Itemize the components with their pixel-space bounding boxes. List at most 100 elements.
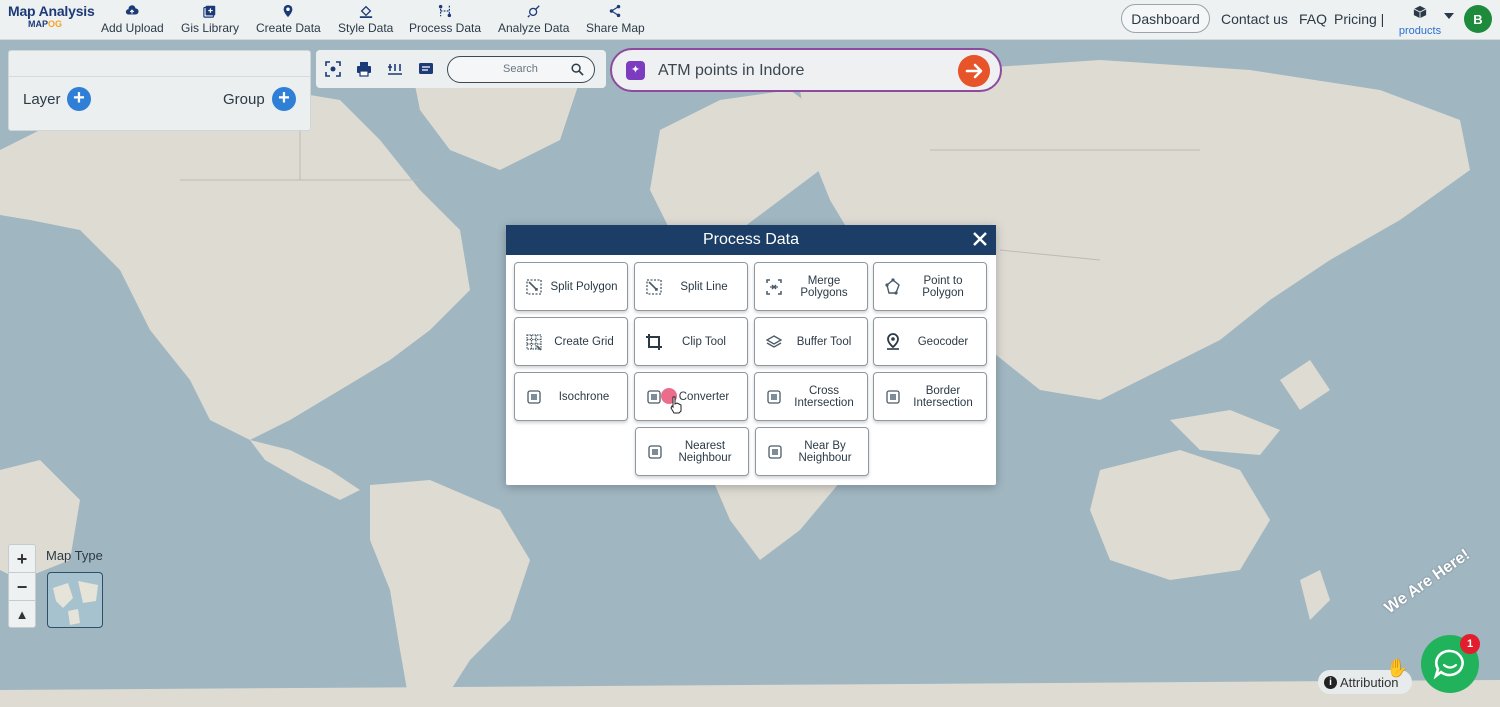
nearest-neighbour-icon xyxy=(648,445,662,459)
tool-label: Nearest Neighbour xyxy=(678,439,732,464)
tool-label: Split Polygon xyxy=(550,280,618,293)
nearby-neighbour-icon xyxy=(768,445,782,459)
faq-link[interactable]: FAQ xyxy=(1299,11,1327,27)
border-intersection-icon xyxy=(886,390,900,404)
nav-create-data[interactable]: Create Data xyxy=(256,4,321,35)
process-data-modal: Process Data Split Polygon Split Line Me… xyxy=(506,225,996,485)
tool-label: Near By Neighbour xyxy=(798,439,852,464)
tool-label: Merge Polygons xyxy=(800,274,848,299)
cube-icon xyxy=(1413,5,1427,19)
map-type-thumbnail[interactable] xyxy=(47,572,103,628)
submit-arrow-button[interactable] xyxy=(958,55,990,87)
tool-split-polygon[interactable]: Split Polygon xyxy=(514,262,628,311)
ai-prompt-bar[interactable]: ✦ ATM points in Indore xyxy=(610,48,1002,92)
tool-isochrone[interactable]: Isochrone xyxy=(514,372,628,421)
close-icon[interactable] xyxy=(972,231,988,247)
print-icon[interactable] xyxy=(356,61,372,77)
tool-label: Create Grid xyxy=(554,335,614,348)
ai-prompt-text[interactable]: ATM points in Indore xyxy=(658,62,804,80)
point-to-polygon-icon xyxy=(885,278,900,295)
nav-style-data[interactable]: Style Data xyxy=(338,4,393,35)
tool-nearby-neighbour[interactable]: Near By Neighbour xyxy=(755,427,869,476)
nav-add-upload[interactable]: Add Upload xyxy=(101,4,164,35)
add-group-button[interactable]: + xyxy=(272,87,296,111)
tool-buffer[interactable]: Buffer Tool xyxy=(754,317,868,366)
tool-merge-polygons[interactable]: Merge Polygons xyxy=(754,262,868,311)
nav-gis-library[interactable]: Gis Library xyxy=(181,4,239,35)
search-icon xyxy=(571,63,584,76)
map-toolbar: Search xyxy=(316,50,606,88)
merge-polygons-icon xyxy=(766,279,782,295)
cross-intersection-icon xyxy=(767,390,781,404)
app-subtitle: MAPOG xyxy=(28,19,63,29)
modal-header: Process Data xyxy=(506,225,996,255)
app-logo[interactable]: Map Analysis MAPOG xyxy=(8,3,95,29)
measure-icon[interactable] xyxy=(387,61,403,77)
compass-icon[interactable]: ▲ xyxy=(9,601,35,629)
layers-icon xyxy=(765,335,783,348)
tool-geocoder[interactable]: Geocoder xyxy=(873,317,987,366)
tool-label: Border Intersection xyxy=(913,384,973,409)
share-icon xyxy=(610,4,621,18)
tool-point-to-polygon[interactable]: Point to Polygon xyxy=(873,262,987,311)
panel-header xyxy=(9,51,310,77)
tool-label: Cross Intersection xyxy=(794,384,854,409)
nav-label: Style Data xyxy=(338,21,394,35)
tool-converter[interactable]: Converter xyxy=(634,372,748,421)
top-navbar: Map Analysis MAPOG Add Upload Gis Librar… xyxy=(0,0,1500,40)
tool-label: Point to Polygon xyxy=(922,274,964,299)
focus-icon[interactable] xyxy=(325,61,341,77)
map-type-label: Map Type xyxy=(46,548,103,563)
nav-process-data[interactable]: Process Data xyxy=(409,4,481,35)
tool-create-grid[interactable]: Create Grid xyxy=(514,317,628,366)
products-label: products xyxy=(1398,25,1442,37)
tool-clip[interactable]: Clip Tool xyxy=(634,317,748,366)
products-menu[interactable]: products xyxy=(1395,5,1445,37)
tool-cross-intersection[interactable]: Cross Intersection xyxy=(754,372,868,421)
dashboard-button[interactable]: Dashboard xyxy=(1121,4,1210,33)
cloud-upload-icon xyxy=(126,5,139,15)
tool-border-intersection[interactable]: Border Intersection xyxy=(873,372,987,421)
notification-badge: 1 xyxy=(1460,634,1480,654)
nav-label: Add Upload xyxy=(101,21,164,35)
nav-label: Process Data xyxy=(409,21,482,35)
split-polygon-icon xyxy=(526,279,542,295)
nav-label: Share Map xyxy=(586,21,645,35)
tool-label: Buffer Tool xyxy=(796,335,852,348)
hand-cursor-icon xyxy=(670,396,682,414)
group-label: Group xyxy=(223,91,265,108)
split-line-icon xyxy=(646,279,662,295)
tool-split-line[interactable]: Split Line xyxy=(634,262,748,311)
pricing-link[interactable]: Pricing | xyxy=(1334,11,1384,27)
nav-label: Create Data xyxy=(256,21,321,35)
modal-title: Process Data xyxy=(702,231,800,248)
isochrone-icon xyxy=(527,390,541,404)
add-layer-button[interactable]: + xyxy=(67,87,91,111)
nav-share-map[interactable]: Share Map xyxy=(586,4,645,35)
tool-nearest-neighbour[interactable]: Nearest Neighbour xyxy=(635,427,749,476)
zoom-out-button[interactable]: − xyxy=(9,573,35,601)
search-placeholder: Search xyxy=(503,63,538,75)
nav-analyze-data[interactable]: Analyze Data xyxy=(498,4,569,35)
ai-sparkle-icon: ✦ xyxy=(626,61,645,80)
waving-hand-icon: ✋ xyxy=(1386,658,1409,678)
paint-bucket-icon xyxy=(359,5,372,18)
tool-label: Isochrone xyxy=(558,390,610,403)
layer-label: Layer xyxy=(23,91,61,108)
tool-label: Clip Tool xyxy=(682,335,726,348)
chevron-down-icon[interactable] xyxy=(1444,13,1454,19)
zoom-in-button[interactable]: + xyxy=(9,545,35,573)
contact-link[interactable]: Contact us xyxy=(1221,11,1288,27)
analyze-icon xyxy=(527,5,540,18)
process-icon xyxy=(438,4,452,18)
search-input[interactable]: Search xyxy=(447,56,595,83)
app-title: Map Analysis xyxy=(8,3,95,19)
user-avatar[interactable]: B xyxy=(1464,5,1492,33)
map-pin-icon xyxy=(283,4,293,18)
comment-icon[interactable] xyxy=(418,61,434,77)
info-icon: i xyxy=(1324,675,1337,689)
tool-label: Geocoder xyxy=(917,335,969,348)
map-thumbnail-icon xyxy=(53,581,98,625)
grid-icon xyxy=(526,334,542,351)
zoom-controls: + − ▲ xyxy=(8,544,36,628)
